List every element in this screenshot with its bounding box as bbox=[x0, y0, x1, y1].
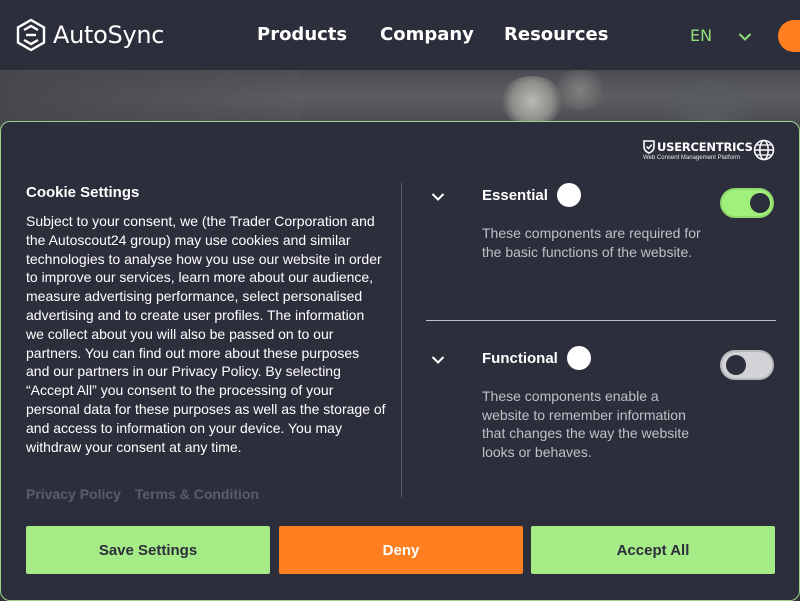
category-essential-description: These components are required for the ba… bbox=[482, 225, 701, 260]
terms-link[interactable]: Terms & Condition bbox=[135, 486, 259, 502]
nav-products[interactable]: Products bbox=[257, 24, 347, 45]
accept-all-button[interactable]: Accept All bbox=[531, 526, 775, 574]
column-divider bbox=[401, 183, 402, 497]
chevron-down-icon[interactable] bbox=[738, 29, 752, 47]
deny-button[interactable]: Deny bbox=[279, 526, 523, 574]
category-divider bbox=[426, 320, 776, 321]
nav-company[interactable]: Company bbox=[380, 24, 474, 45]
language-selector[interactable]: EN bbox=[690, 26, 712, 45]
privacy-policy-link[interactable]: Privacy Policy bbox=[26, 486, 121, 502]
header-cta-button[interactable] bbox=[778, 20, 800, 52]
usercentrics-logo: USERCENTRICS Web Consent Management Plat… bbox=[643, 140, 753, 164]
category-functional-name[interactable]: Functional bbox=[482, 350, 558, 367]
nav-resources[interactable]: Resources bbox=[504, 24, 608, 45]
usercentrics-wordmark: USERCENTRICS bbox=[657, 140, 753, 154]
info-icon[interactable] bbox=[567, 346, 591, 370]
globe-icon[interactable] bbox=[753, 139, 775, 166]
chevron-down-icon[interactable] bbox=[431, 189, 445, 207]
site-logo[interactable]: AutoSync bbox=[15, 17, 164, 53]
category-essential-name[interactable]: Essential bbox=[482, 187, 548, 204]
save-settings-button[interactable]: Save Settings bbox=[26, 526, 270, 574]
info-icon[interactable] bbox=[557, 183, 581, 207]
category-functional-description: These components enable a website to rem… bbox=[482, 388, 690, 460]
site-header: AutoSync Products Company Resources EN bbox=[0, 0, 800, 70]
consent-description: Subject to your consent, we (the Trader … bbox=[26, 213, 386, 455]
modal-title: Cookie Settings bbox=[26, 184, 140, 201]
essential-toggle[interactable] bbox=[720, 188, 774, 218]
policy-links: Privacy Policy Terms & Condition bbox=[26, 486, 269, 502]
functional-toggle[interactable] bbox=[720, 350, 774, 380]
logo-text: AutoSync bbox=[53, 21, 165, 49]
usercentrics-tagline: Web Consent Management Platform bbox=[643, 155, 740, 161]
autosync-logo-icon bbox=[15, 18, 47, 52]
cookie-consent-modal: USERCENTRICS Web Consent Management Plat… bbox=[0, 121, 800, 601]
consent-description-container[interactable]: Subject to your consent, we (the Trader … bbox=[26, 212, 386, 497]
chevron-down-icon[interactable] bbox=[431, 352, 445, 370]
